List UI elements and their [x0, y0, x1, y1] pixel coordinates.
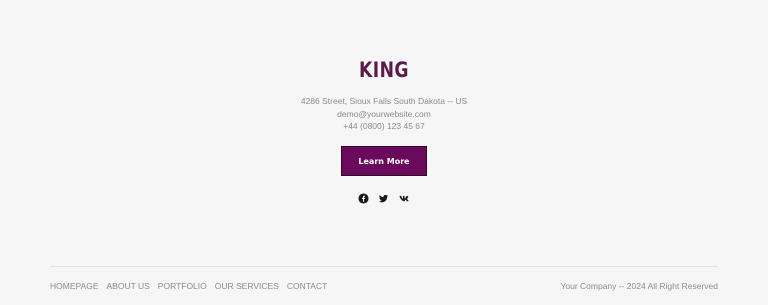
twitter-icon[interactable]	[378, 193, 389, 204]
nav-link-homepage[interactable]: HOMEPAGE	[50, 281, 99, 291]
footer-divider	[50, 266, 718, 267]
nav-link-about-us[interactable]: ABOUT US	[107, 281, 150, 291]
copyright-text: Your Company -- 2024 All Right Reserved	[560, 281, 719, 291]
contact-info: 4286 Street, Sioux Falls South Dakota --…	[0, 95, 768, 133]
brand-logo: KING	[359, 58, 409, 82]
footer-nav: HOMEPAGE ABOUT US PORTFOLIO OUR SERVICES…	[50, 281, 327, 291]
address-text: 4286 Street, Sioux Falls South Dakota --…	[300, 96, 468, 106]
phone-text: +44 (0800) 123 45 67	[343, 121, 425, 131]
learn-more-button[interactable]: Learn More	[341, 146, 427, 176]
facebook-icon[interactable]	[358, 192, 369, 204]
nav-link-our-services[interactable]: OUR SERVICES	[215, 281, 279, 291]
nav-link-portfolio[interactable]: PORTFOLIO	[158, 281, 207, 291]
email-text: demo@yourwebsite.com	[337, 108, 431, 119]
social-links	[358, 192, 409, 204]
nav-link-contact[interactable]: CONTACT	[287, 281, 327, 291]
vk-icon[interactable]	[398, 193, 409, 204]
